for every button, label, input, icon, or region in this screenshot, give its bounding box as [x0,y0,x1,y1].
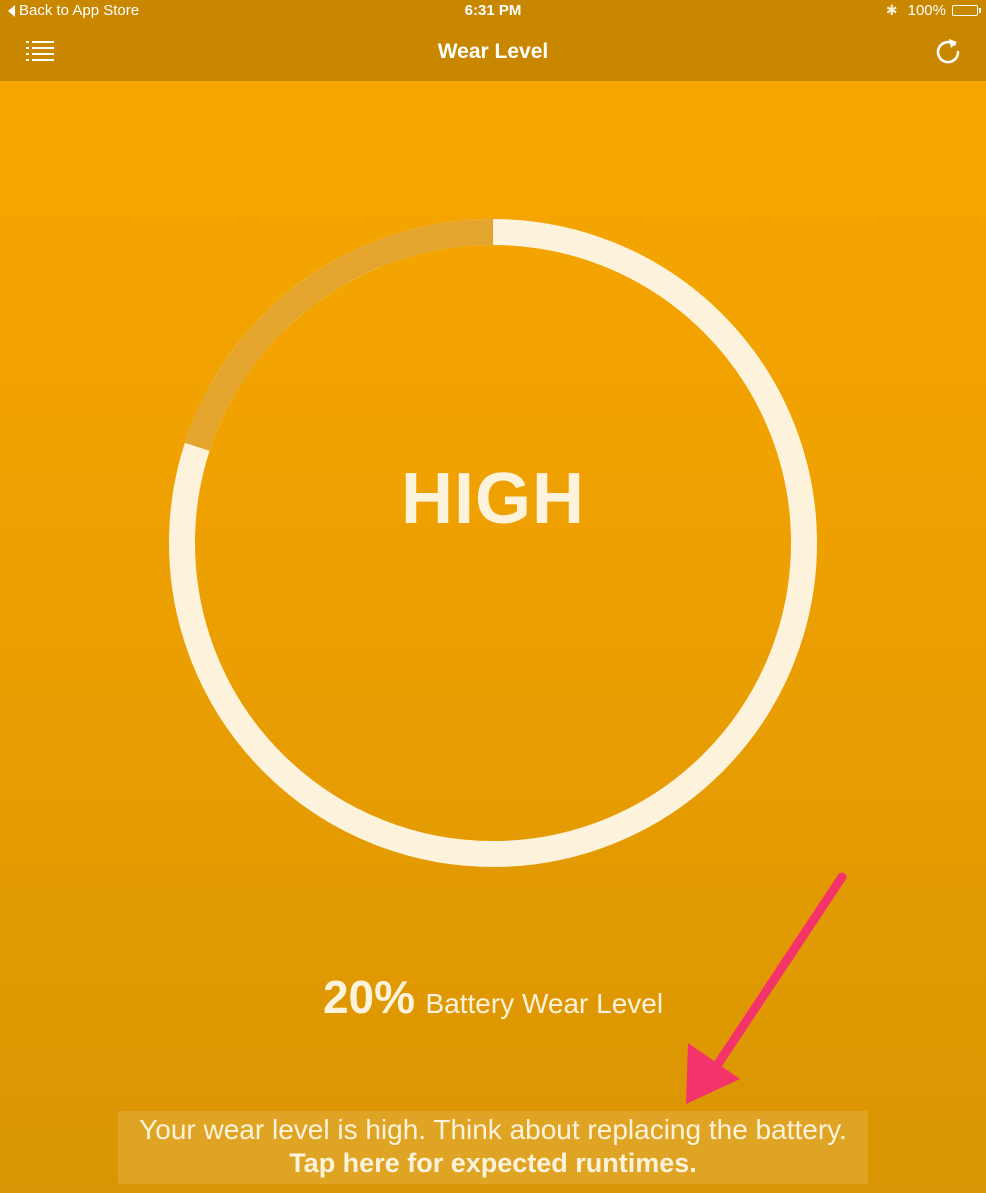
battery-icon [952,5,981,16]
expected-runtimes-link: Tap here for expected runtimes. [289,1148,697,1178]
page-title: Wear Level [437,40,549,63]
wear-percent: 20% [322,971,416,1023]
refresh-icon [936,39,960,64]
expected-runtimes-button[interactable]: Your wear level is high. Think about rep… [118,1111,868,1184]
nav-bar: Wear Level [0,24,986,81]
wear-gauge-ring [169,219,817,867]
wear-label: Battery Wear Level [425,988,664,1019]
status-time: 6:31 PM [464,2,522,19]
battery-percent: 100% [907,2,946,19]
wear-level-label: HIGH [401,459,585,539]
wear-summary: 20% Battery Wear Level [0,970,986,1024]
bluetooth-icon: ✱ [885,2,898,18]
wear-message: Your wear level is high. Think about rep… [139,1114,847,1145]
status-bar: Back to App Store 6:31 PM ✱ 100% [0,0,986,24]
refresh-button[interactable] [932,36,964,68]
status-right: ✱ 100% [885,2,981,19]
wear-gauge: HIGH [168,218,818,868]
